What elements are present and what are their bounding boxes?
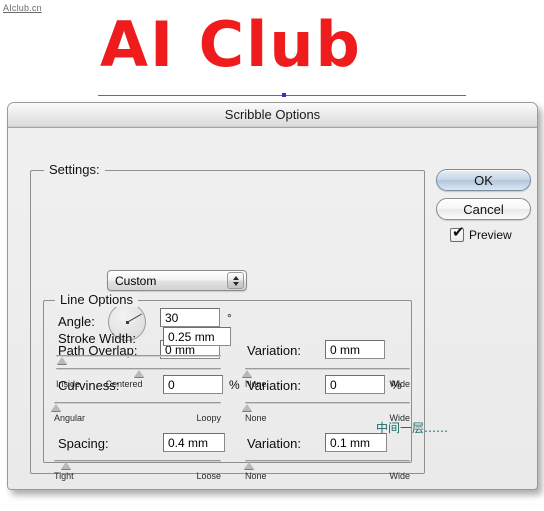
artwork-title-text: AI Club bbox=[100, 8, 362, 81]
cancel-button[interactable]: Cancel bbox=[436, 198, 531, 220]
checkmark-icon: ✔ bbox=[452, 223, 465, 241]
settings-group-label: Settings: bbox=[44, 162, 105, 177]
slider-thumb[interactable] bbox=[242, 404, 252, 411]
chevron-down-icon bbox=[232, 282, 239, 286]
curviness-slider-min-label: Angular bbox=[54, 413, 86, 423]
spacing-slider[interactable]: Tight Loose bbox=[54, 458, 221, 481]
curviness-slider[interactable]: Angular Loopy bbox=[51, 400, 221, 423]
stroke-width-label: Stroke Width: bbox=[58, 331, 137, 346]
curviness-input[interactable]: 0 bbox=[163, 375, 223, 394]
curviness-slider-max-label: Loopy bbox=[196, 413, 221, 423]
spacing-variation-slider[interactable]: None Wide bbox=[244, 458, 410, 481]
slider-track bbox=[56, 355, 221, 357]
spacing-variation-slider-min-label: None bbox=[245, 471, 267, 481]
chevron-updown-icon[interactable] bbox=[227, 272, 244, 289]
stroke-width-slider[interactable] bbox=[56, 353, 221, 369]
chevron-up-icon bbox=[232, 276, 239, 280]
curviness-variation-slider-min-label: None bbox=[245, 413, 267, 423]
spacing-slider-max-label: Loose bbox=[196, 471, 221, 481]
dialog-title: Scribble Options bbox=[224, 107, 321, 122]
scribble-options-dialog: Scribble Options Settings: Custom Angle:… bbox=[7, 102, 538, 490]
slider-track bbox=[245, 402, 410, 404]
curviness-variation-unit-label: % bbox=[391, 378, 402, 392]
slider-track bbox=[245, 460, 410, 462]
settings-dropdown[interactable]: Custom bbox=[107, 270, 247, 291]
curviness-variation-input[interactable]: 0 bbox=[325, 375, 385, 394]
slider-thumb[interactable] bbox=[244, 462, 254, 469]
ok-button[interactable]: OK bbox=[436, 169, 531, 191]
slider-track bbox=[54, 402, 221, 404]
slider-thumb[interactable] bbox=[57, 357, 67, 364]
annotation-text: 中间一层…… bbox=[376, 421, 449, 435]
curviness-unit-label: % bbox=[229, 378, 240, 392]
slider-thumb[interactable] bbox=[61, 462, 71, 469]
artwork-anchor-point bbox=[282, 93, 286, 97]
curviness-variation-label: Variation: bbox=[247, 378, 301, 393]
stroke-width-input[interactable]: 0.25 mm bbox=[163, 327, 231, 346]
dialog-titlebar[interactable]: Scribble Options bbox=[8, 103, 537, 128]
curviness-variation-slider[interactable]: None Wide bbox=[242, 400, 410, 423]
curviness-label: Curviness: bbox=[58, 378, 120, 393]
spacing-slider-min-label: Tight bbox=[54, 471, 74, 481]
spacing-variation-slider-max-label: Wide bbox=[389, 471, 410, 481]
spacing-label: Spacing: bbox=[58, 436, 109, 451]
slider-thumb[interactable] bbox=[51, 404, 61, 411]
settings-dropdown-value: Custom bbox=[115, 274, 157, 288]
artwork-canvas: AI Club bbox=[0, 0, 544, 100]
slider-track bbox=[54, 460, 221, 462]
spacing-input[interactable]: 0.4 mm bbox=[163, 433, 225, 452]
dialog-body: Settings: Custom Angle: 30 ° Path Overla… bbox=[8, 128, 537, 489]
spacing-variation-label: Variation: bbox=[247, 436, 301, 451]
preview-label: Preview bbox=[469, 228, 512, 242]
preview-checkbox[interactable]: ✔ bbox=[450, 223, 465, 242]
line-options-group-label: Line Options bbox=[55, 292, 138, 307]
